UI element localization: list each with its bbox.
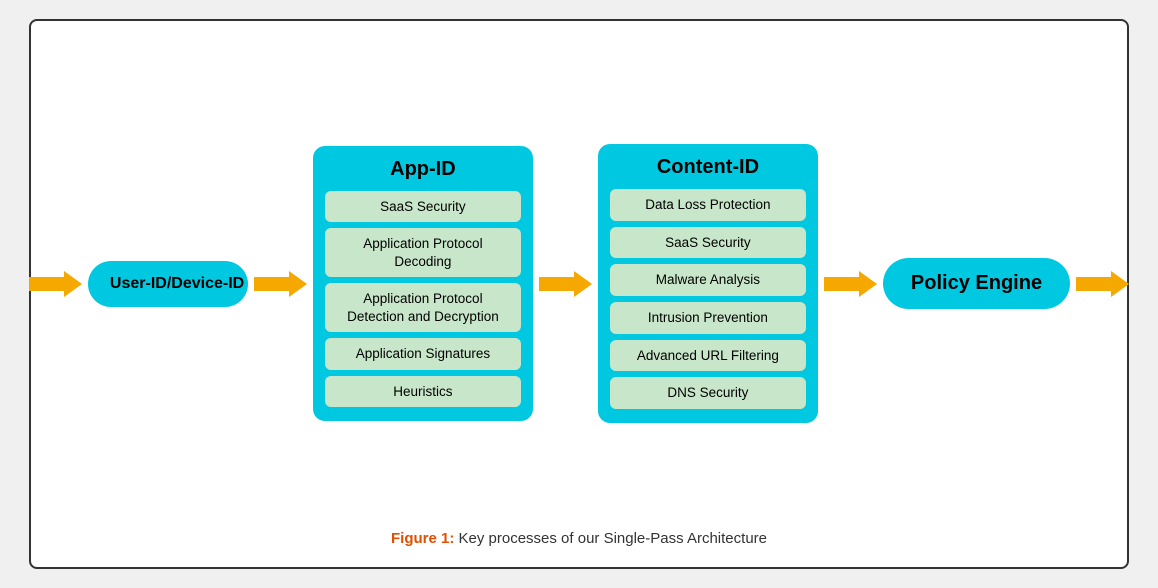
- appid-panel: App-ID SaaS Security Application Protoco…: [313, 146, 533, 422]
- appid-title: App-ID: [325, 158, 521, 181]
- contentid-item-1: SaaS Security: [610, 227, 806, 259]
- arrow-to-policy: [824, 271, 877, 297]
- arrow-to-contentid: [539, 271, 592, 297]
- figure-caption: Figure 1: Key processes of our Single-Pa…: [391, 530, 767, 547]
- user-id-label: User-ID/Device-ID: [110, 275, 244, 292]
- figure-caption-bold: Figure 1:: [391, 530, 454, 547]
- figure-caption-text: Key processes of our Single-Pass Archite…: [454, 530, 767, 547]
- contentid-title: Content-ID: [610, 156, 806, 179]
- appid-item-1: Application Protocol Decoding: [325, 228, 521, 277]
- arrow-to-appid: [254, 271, 307, 297]
- appid-item-4: Heuristics: [325, 376, 521, 408]
- contentid-panel: Content-ID Data Loss Protection SaaS Sec…: [598, 144, 818, 422]
- appid-items: SaaS Security Application Protocol Decod…: [325, 191, 521, 408]
- contentid-item-5: DNS Security: [610, 377, 806, 409]
- contentid-item-4: Advanced URL Filtering: [610, 340, 806, 372]
- contentid-items: Data Loss Protection SaaS Security Malwa…: [610, 189, 806, 408]
- appid-item-0: SaaS Security: [325, 191, 521, 223]
- contentid-item-2: Malware Analysis: [610, 264, 806, 296]
- policy-engine-box: Policy Engine: [883, 258, 1070, 309]
- appid-item-3: Application Signatures: [325, 338, 521, 370]
- policy-engine-label: Policy Engine: [911, 272, 1042, 294]
- flow-row: User-ID/Device-ID App-ID SaaS Security A…: [51, 61, 1107, 506]
- appid-item-2: Application Protocol Detection and Decry…: [325, 283, 521, 332]
- contentid-item-0: Data Loss Protection: [610, 189, 806, 221]
- incoming-arrow: [29, 271, 82, 297]
- user-id-box: User-ID/Device-ID: [88, 261, 248, 307]
- outgoing-arrow: [1076, 271, 1129, 297]
- diagram-container: User-ID/Device-ID App-ID SaaS Security A…: [29, 19, 1129, 569]
- contentid-item-3: Intrusion Prevention: [610, 302, 806, 334]
